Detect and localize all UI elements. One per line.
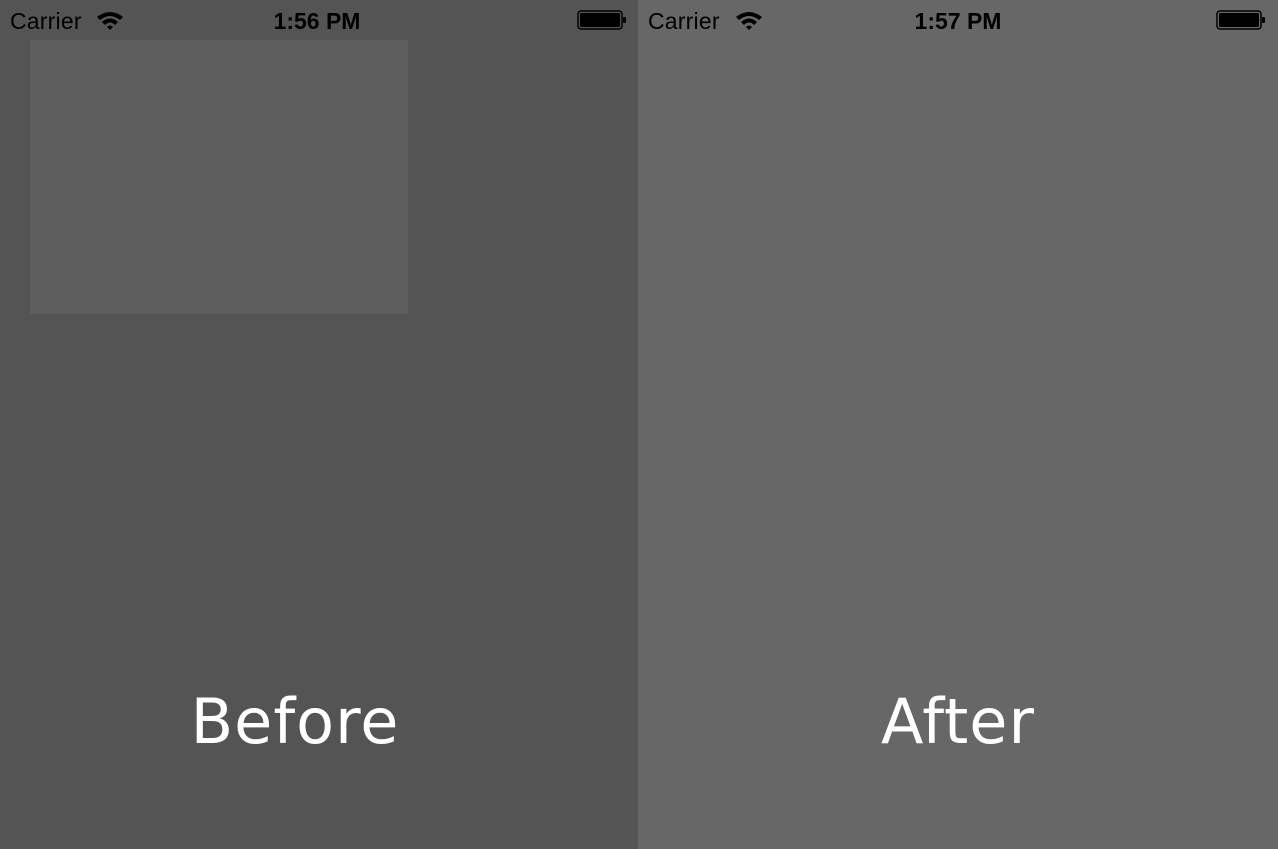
status-time: 1:56 PM [273, 8, 361, 34]
comparison-stage: Carrier 1:56 PM Before Carrier 1:57 PM A… [0, 0, 1278, 849]
status-time: 1:57 PM [914, 8, 1002, 34]
before-caption: Before [190, 685, 400, 758]
battery-icon [577, 10, 627, 30]
before-screen: Carrier 1:56 PM Before [0, 0, 638, 849]
after-screen: Carrier 1:57 PM After [638, 0, 1278, 849]
status-bar: Carrier 1:57 PM [638, 0, 1278, 40]
battery-icon [1216, 10, 1266, 30]
status-bar: Carrier 1:56 PM [0, 0, 638, 40]
gray-rectangle [30, 40, 408, 314]
after-caption: After [881, 685, 1035, 758]
